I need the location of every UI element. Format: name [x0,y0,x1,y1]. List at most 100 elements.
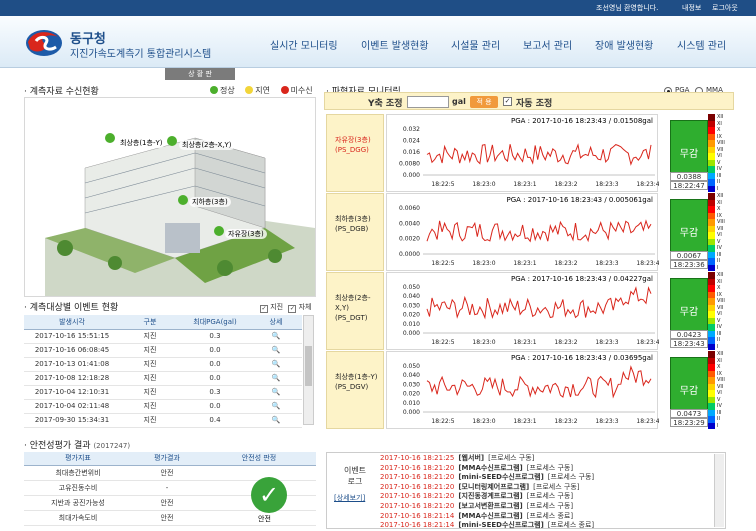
event-log-scrollbar[interactable] [714,454,724,527]
x-tick-label: 18:23:3 [595,181,618,188]
scale-label: VI [717,232,722,238]
status-board-tab[interactable]: 상 황 판 [165,68,235,80]
panel-label: 최상층(2층-X,Y) (PS_DGT) [326,272,384,350]
waveform-panel: 최상층(2층-X,Y) (PS_DGT) PGA : 2017-10-16 18:2… [326,272,734,350]
scale-label: V [717,396,721,403]
magnifier-icon[interactable]: 🔍 [250,357,302,372]
magnifier-icon[interactable]: 🔍 [250,413,302,428]
scale-label: VI [717,311,722,317]
scale-label: I [717,422,719,429]
delay-dot-icon [245,86,254,94]
x-tick-label: 18:22:5 [431,339,454,346]
y-tick-label: 0.030 [403,381,420,388]
filter-self-checkbox[interactable]: ✓ [288,305,297,313]
x-tick-label: 18:23:1 [513,339,536,346]
event-log-list: 2017-10-16 18:21:25 [웹서버] [프로세스 구동] 2017-10… [380,454,710,531]
y-tick-label: 0.0060 [399,205,420,212]
table-row[interactable]: 2017-09-30 15:34:31 지진 0.4 🔍 [24,413,302,428]
sensor-name: 최상층(2층-X,Y) [335,294,371,312]
scale-label: III [717,251,722,258]
nav-events[interactable]: 이벤트 발생현황 [361,37,429,52]
scale-swatch [708,422,715,429]
scale-label: X [717,206,721,212]
table-row[interactable]: 2017-10-16 06:08:45 지진 0.0 🔍 [24,343,302,358]
x-tick-label: 18:23:2 [554,181,577,188]
intensity-status: 무감 [670,120,708,180]
scale-label: VI [717,153,722,159]
auto-scale-label: 자동 조정 [516,99,553,109]
nav-fault[interactable]: 장애 발생현황 [595,37,653,52]
scale-label: IX [717,212,722,219]
y-tick-label: 0.000 [403,172,420,179]
magnifier-icon[interactable]: 🔍 [250,343,302,358]
scale-label: VII [717,383,724,390]
magnifier-icon[interactable]: 🔍 [250,329,302,344]
yscale-unit: gal [452,97,466,106]
intensity-status-text: 무감 [679,386,699,397]
nav-realtime[interactable]: 실시간 모니터링 [270,37,338,52]
peak-value: 0.0473 [670,409,708,418]
magnifier-icon[interactable]: 🔍 [250,399,302,414]
x-tick-label: 18:23:4 [636,181,659,188]
x-tick-label: 18:22:5 [431,260,454,267]
y-tick-label: 0.020 [403,312,420,319]
nav-facility[interactable]: 시설물 관리 [451,37,500,52]
x-tick-label: 18:23:0 [472,418,495,425]
scale-label: VII [717,225,724,232]
scale-label: VIII [717,219,725,225]
filter-quake-checkbox[interactable]: ✓ [260,305,268,313]
scale-label: V [717,159,721,166]
scale-label: V [717,317,721,324]
x-tick-label: 18:23:2 [554,418,577,425]
nav-system[interactable]: 시스템 관리 [677,37,726,52]
waveform-line [426,365,652,399]
myinfo-link[interactable]: 내정보 [682,3,701,13]
auto-scale-checkbox[interactable]: ✓ [503,97,512,106]
panel-label: 최하층(3층) (PS_DGB) [326,193,384,271]
y-tick-label: 0.0080 [399,161,420,168]
x-tick-label: 18:23:1 [513,181,536,188]
scale-label: IV [717,324,722,330]
intensity-scale: XII XI X IX VIII VII VI V IV III II I [708,351,732,429]
peak-value: 0.0388 [670,172,708,181]
table-row[interactable]: 2017-10-08 12:18:28 지진 0.0 🔍 [24,371,302,386]
scale-label: X [717,285,721,291]
intensity-status: 무감 [670,278,708,338]
magnifier-icon[interactable]: 🔍 [250,385,302,400]
x-tick-label: 18:23:2 [554,260,577,267]
y-tick-label: 0.040 [403,293,420,300]
logout-link[interactable]: 로그아웃 [712,3,738,13]
apply-button[interactable]: 적 용 [470,96,498,108]
nav-report[interactable]: 보고서 관리 [523,37,572,52]
y-tick-label: 0.050 [403,284,420,291]
y-tick-label: 0.010 [403,400,420,407]
table-row[interactable]: 2017-10-13 01:41:08 지진 0.0 🔍 [24,357,302,372]
scroll-thumb[interactable] [305,346,312,386]
waveform-panel: 자유장(3층) (PS_DGG) PGA : 2017-10-16 18:23:43… [326,114,734,192]
magnifier-icon[interactable]: 🔍 [250,371,302,386]
scale-label: VIII [717,140,725,146]
intensity-scale: XII XI X IX VIII VII VI V IV III II I [708,272,732,350]
y-tick-label: 0.0000 [399,251,420,258]
yscale-label: Y축 조정 [368,99,403,109]
scale-label: II [717,337,720,343]
col-detail: 상세 [250,315,302,330]
yscale-input[interactable] [407,96,449,108]
y-tick-label: 0.050 [403,363,420,370]
y-tick-label: 0.032 [403,126,420,133]
sensor-name: 최상층(1층-Y) [335,373,378,381]
x-tick-label: 18:23:0 [472,181,495,188]
table-row[interactable]: 2017-10-16 15:51:15 지진 0.3 🔍 [24,329,302,344]
scale-label: VI [717,390,722,396]
table-row[interactable]: 2017-10-04 02:11:48 지진 0.0 🔍 [24,399,302,414]
scale-label: I [717,185,719,192]
events-scrollbar[interactable] [303,315,314,425]
table-row[interactable]: 2017-10-04 12:10:31 지진 0.3 🔍 [24,385,302,400]
scale-label: VII [717,304,724,311]
event-log-detail-link[interactable]: [상세보기] [334,493,365,503]
callout-basement: 지하층(3층) [189,197,231,207]
waveform-chart: PGA : 2017-10-16 18:23:43 / 0.03695gal 0.… [386,351,659,429]
events-filters: ✓ 지진 ✓ 자체 [260,303,312,313]
col-result: 평가결과 [132,452,202,466]
scale-label: II [717,258,720,264]
